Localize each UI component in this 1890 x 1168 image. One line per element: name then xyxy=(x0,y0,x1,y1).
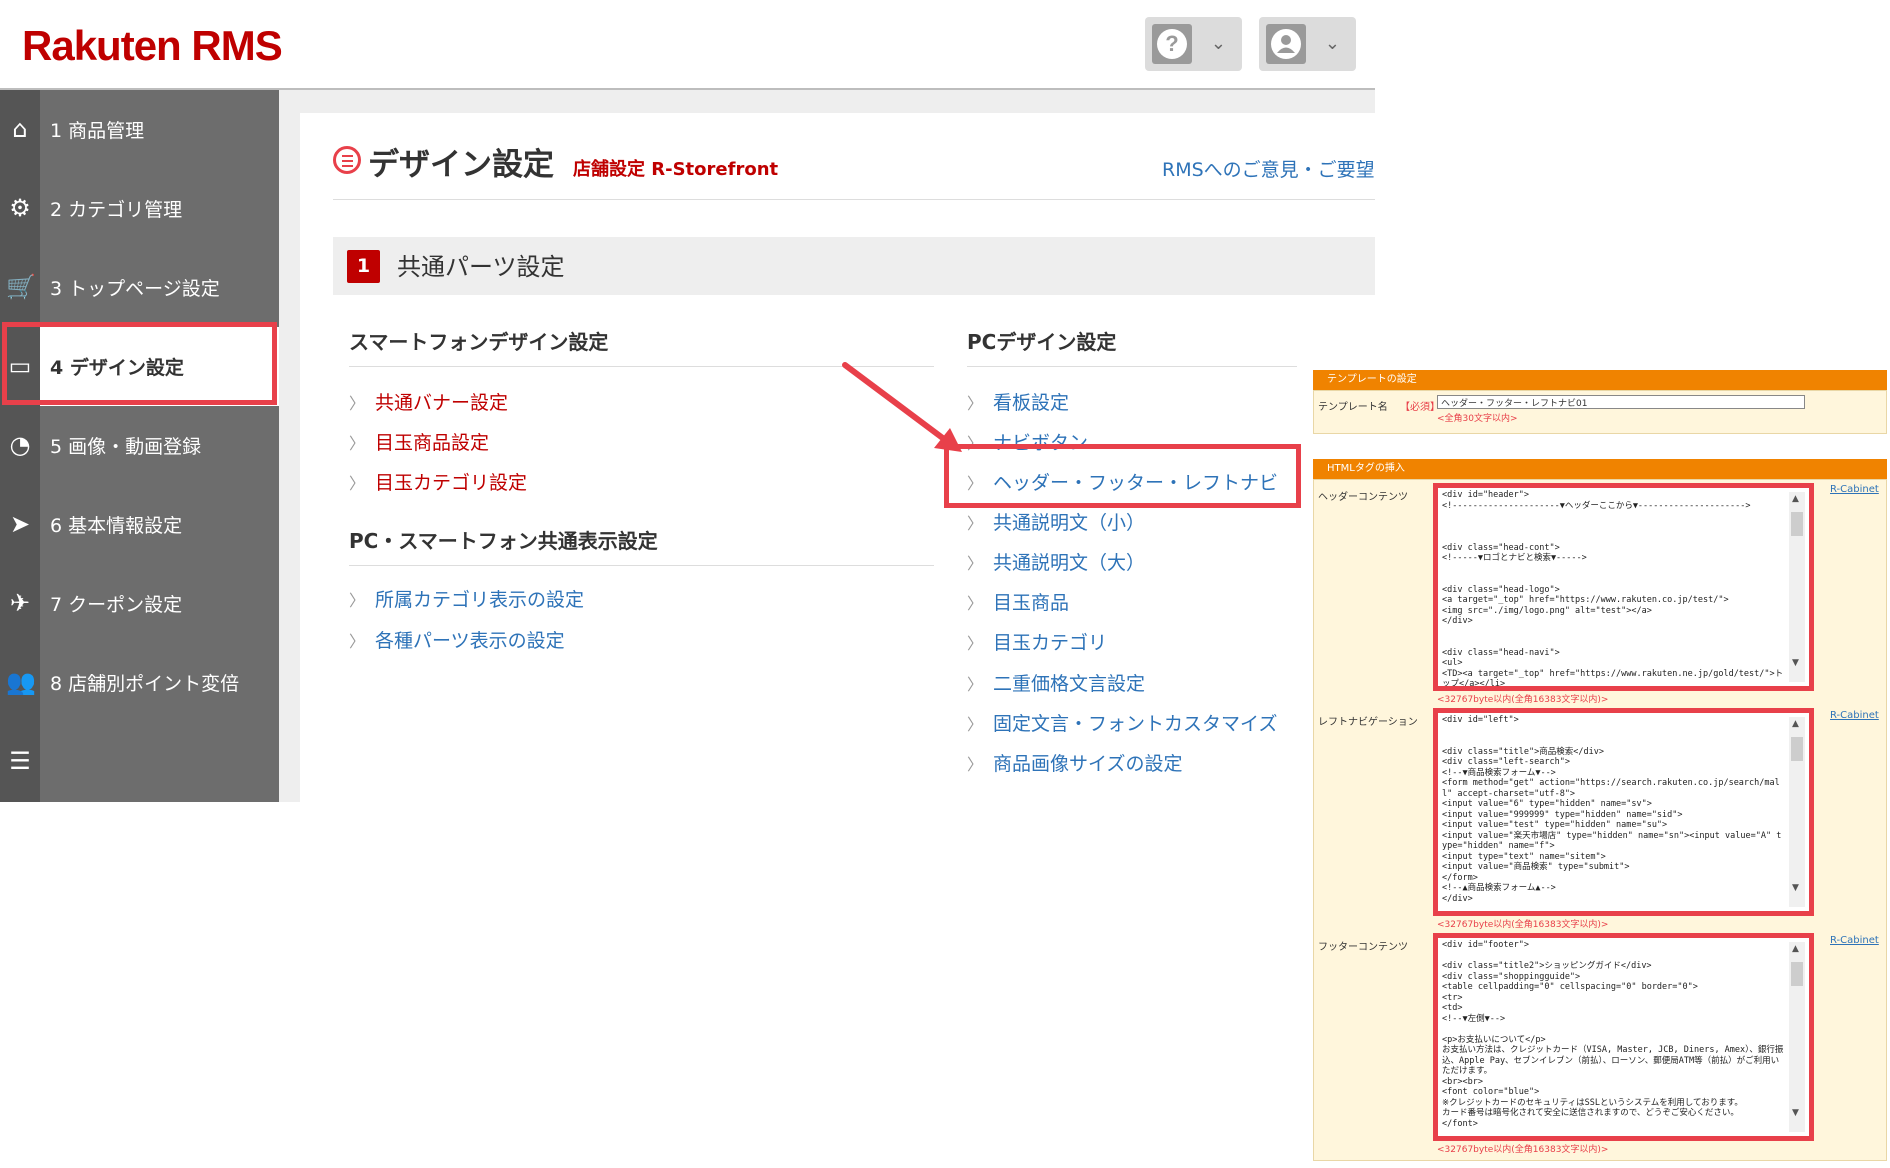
section-number-badge: 1 xyxy=(347,250,380,283)
user-silhouette-icon xyxy=(1277,35,1295,53)
link-featured-categories[interactable]: 〉目玉カテゴリ xyxy=(967,628,1107,655)
scrollbar[interactable]: ▲ ▼ xyxy=(1789,942,1805,1132)
footer-content-textarea[interactable]: <div id="footer"> <div class="title2">ショ… xyxy=(1433,933,1814,1141)
sidebar-item-more[interactable]: ☰ xyxy=(0,722,279,801)
link-category-display[interactable]: 〉所属カテゴリ表示の設定 xyxy=(349,585,584,612)
help-menu-button[interactable]: ? ⌄ xyxy=(1145,17,1242,71)
link-signboard[interactable]: 〉看板設定 xyxy=(967,388,1069,415)
sidebar-item-images[interactable]: ◔ 5 画像・動画登録 xyxy=(0,406,279,485)
common-display-divider xyxy=(349,565,934,566)
link-double-price[interactable]: 〉二重価格文言設定 xyxy=(967,669,1145,696)
cart-icon: 🛒 xyxy=(6,273,36,301)
sidebar-item-points[interactable]: 👥 8 店舗別ポイント変倍 xyxy=(0,643,279,722)
scrollbar[interactable]: ▲ ▼ xyxy=(1789,717,1805,907)
common-display-heading: PC・スマートフォン共通表示設定 xyxy=(349,529,658,553)
sidebar-item-product[interactable]: ⌂ 1 商品管理 xyxy=(0,90,279,169)
annotation-arrow-icon xyxy=(842,362,962,452)
chevron-right-icon: 〉 xyxy=(349,434,366,453)
r-cabinet-link[interactable]: R-Cabinet xyxy=(1830,935,1879,946)
highlight-design-menu xyxy=(2,322,277,405)
send-icon: ➤ xyxy=(9,510,31,538)
list-icon: ☰ xyxy=(9,747,31,775)
chevron-right-icon: 〉 xyxy=(349,394,366,413)
page-title: デザイン設定 xyxy=(368,147,554,183)
template-name-label: テンプレート名 xyxy=(1318,402,1388,413)
header-byte-note: <32767byte以内(全角16383文字以内)> xyxy=(1437,695,1609,705)
link-description-large[interactable]: 〉共通説明文（大） xyxy=(967,548,1145,575)
chevron-right-icon: 〉 xyxy=(349,591,366,610)
sidebar-item-label: 5 画像・動画登録 xyxy=(50,436,202,458)
link-featured-items[interactable]: 〉目玉商品 xyxy=(967,588,1069,615)
link-featured-category[interactable]: 〉目玉カテゴリ設定 xyxy=(349,468,527,495)
section-title: 共通パーツ設定 xyxy=(397,253,565,281)
pc-design-divider xyxy=(967,366,1297,367)
rakuten-rms-logo[interactable]: Rakuten RMS xyxy=(22,22,283,70)
left-navi-label: レフトナビゲーション xyxy=(1318,717,1418,728)
chevron-right-icon: 〉 xyxy=(349,474,366,493)
chevron-right-icon: 〉 xyxy=(967,554,984,573)
link-common-banner[interactable]: 〉共通バナー設定 xyxy=(349,388,508,415)
html-insert-header: HTMLタグの挿入 xyxy=(1313,459,1887,479)
sidebar-item-coupon[interactable]: ✈ 7 クーポン設定 xyxy=(0,564,279,643)
sp-design-heading: スマートフォンデザイン設定 xyxy=(349,330,609,354)
user-icon xyxy=(1266,24,1306,64)
header-content-label: ヘッダーコンテンツ xyxy=(1318,492,1408,503)
sidebar-item-category[interactable]: ⚙ 2 カテゴリ管理 xyxy=(0,169,279,248)
highlight-header-footer-link xyxy=(944,444,1301,508)
header-content-textarea[interactable]: <div id="header"> <!--------------------… xyxy=(1433,483,1814,691)
chevron-right-icon: 〉 xyxy=(967,594,984,613)
left-navi-textarea[interactable]: <div id="left"> <div class="title">商品検索<… xyxy=(1433,708,1814,916)
footer-content-label: フッターコンテンツ xyxy=(1318,942,1408,953)
feedback-link[interactable]: RMSへのご意見・ご要望 xyxy=(1162,155,1375,182)
sidebar-item-basic-info[interactable]: ➤ 6 基本情報設定 xyxy=(0,485,279,564)
home-icon: ⌂ xyxy=(12,115,28,143)
page-subtitle: 店舗設定 R-Storefront xyxy=(573,159,779,180)
gear-icon: ⚙ xyxy=(9,194,31,222)
title-divider xyxy=(333,199,1375,200)
chevron-right-icon: 〉 xyxy=(967,715,984,734)
rocket-icon: ✈ xyxy=(9,589,31,617)
sidebar-item-label: 8 店舗別ポイント変倍 xyxy=(50,673,240,695)
chevron-right-icon: 〉 xyxy=(967,755,984,774)
help-icon: ? xyxy=(1152,24,1192,64)
sidebar-item-label: 3 トップページ設定 xyxy=(50,278,220,300)
footer-byte-note: <32767byte以内(全角16383文字以内)> xyxy=(1437,1145,1609,1155)
link-font-customize[interactable]: 〉固定文言・フォントカスタマイズ xyxy=(967,709,1277,736)
list-circle-icon xyxy=(333,146,361,174)
chevron-down-icon: ⌄ xyxy=(1324,33,1340,54)
template-settings-header: テンプレートの設定 xyxy=(1313,370,1887,390)
r-cabinet-link[interactable]: R-Cabinet xyxy=(1830,484,1879,495)
required-label: 【必須】 xyxy=(1400,402,1440,413)
sidebar-item-toppage[interactable]: 🛒 3 トップページ設定 xyxy=(0,248,279,327)
left-navi-byte-note: <32767byte以内(全角16383文字以内)> xyxy=(1437,920,1609,930)
chevron-right-icon: 〉 xyxy=(967,675,984,694)
chevron-right-icon: 〉 xyxy=(349,632,366,651)
sidebar-item-label: 6 基本情報設定 xyxy=(50,515,183,537)
link-image-size[interactable]: 〉商品画像サイズの設定 xyxy=(967,749,1182,776)
pie-icon: ◔ xyxy=(9,431,31,459)
chevron-right-icon: 〉 xyxy=(967,634,984,653)
sidebar-item-label: 1 商品管理 xyxy=(50,120,145,142)
users-icon: 👥 xyxy=(6,668,36,696)
template-name-input[interactable] xyxy=(1437,395,1805,409)
template-name-note: <全角30文字以内> xyxy=(1437,414,1518,424)
link-featured-product[interactable]: 〉目玉商品設定 xyxy=(349,428,489,455)
pc-design-heading: PCデザイン設定 xyxy=(967,330,1117,354)
chevron-right-icon: 〉 xyxy=(967,514,984,533)
sidebar-item-label: 7 クーポン設定 xyxy=(50,594,183,616)
link-description-small[interactable]: 〉共通説明文（小） xyxy=(967,508,1145,535)
chevron-down-icon: ⌄ xyxy=(1210,33,1226,54)
scrollbar[interactable]: ▲ ▼ xyxy=(1789,492,1805,682)
r-cabinet-link[interactable]: R-Cabinet xyxy=(1830,710,1879,721)
page: Rakuten RMS ? ⌄ ⌄ ⌂ 1 商品管理 ⚙ 2 カテゴリ管理 🛒 … xyxy=(0,0,1890,1168)
sidebar-item-label: 2 カテゴリ管理 xyxy=(50,199,183,221)
link-parts-display[interactable]: 〉各種パーツ表示の設定 xyxy=(349,626,565,653)
user-menu-button[interactable]: ⌄ xyxy=(1259,17,1356,71)
